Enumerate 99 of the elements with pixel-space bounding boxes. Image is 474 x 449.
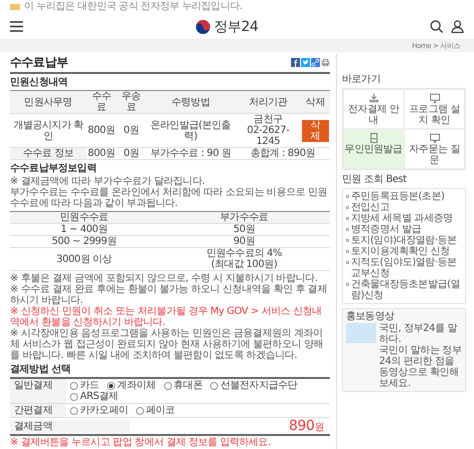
radio-button[interactable]	[70, 382, 78, 390]
radio-button[interactable]	[164, 382, 172, 390]
notice-text: ※ 수수료 결제 완료 후에는 환불이 불가능 하오니 신청내역을 확인 후 결제하시기 바랍니다.	[10, 284, 328, 306]
bullet-icon	[346, 206, 349, 209]
option-label: 페이코	[146, 405, 175, 416]
table-cell: 민원수수료의 4% (최대값 100원)	[158, 248, 330, 270]
shortcut-item[interactable]: 프로그램 설치 확인	[404, 89, 465, 129]
column-header: 부가수수료	[158, 212, 330, 224]
payment-note: ※ 결제버튼을 누르시고 팝업 창에서 결제 정보를 입력하세요.	[10, 436, 330, 449]
radio-option[interactable]: 휴대폰	[164, 380, 202, 391]
best-item-link[interactable]: 지적도(임야도)열람·등본교부신청	[351, 257, 462, 279]
notice-text: ※ 신청하신 민원이 취소 또는 처리불가될 경우 My GOV > 서비스 신청내역에서 환불을 신청하시기 바랍니다.	[10, 306, 323, 328]
table-cell: 부가수수료 : 90 원	[146, 148, 236, 160]
search-icon[interactable]	[430, 20, 443, 33]
row-label: 간편결제	[10, 404, 66, 417]
radio-option[interactable]: 페이코	[136, 405, 175, 416]
video-thumbnail[interactable]	[346, 323, 376, 343]
option-label: 계좌이체	[117, 380, 156, 391]
notice-text: ※ 시각장애인용 음성프로그램을 사용하는 민원인은 금융결제원의 계좌이체 서비스가 웹 접근성이 완료되지 않아 현재 사용하기에 불편하오니 양해를 바랍니다. 빠른 시일 내에 조치하여 불편함이 없도록 하겠습니다.	[10, 328, 324, 361]
column-header: 민원수수료	[10, 212, 158, 224]
option-label: 카카오페이	[80, 405, 128, 416]
column-header: 민원사무명	[10, 90, 86, 114]
sidebar-title: 민원 조회 Best	[342, 174, 408, 186]
table-cell: 500 ~ 2999원	[10, 236, 158, 248]
print-icon[interactable]	[321, 58, 330, 67]
delete-button[interactable]: 삭제	[302, 120, 329, 142]
column-header: 처리기관	[235, 90, 301, 114]
row-label: 일반결제	[10, 379, 66, 403]
best-item-link[interactable]: 주민등록표등본(초본)	[351, 191, 444, 202]
monitor-icon	[428, 92, 440, 104]
sidebar-title: 바로가기	[342, 74, 382, 86]
shortcut-item[interactable]: 전자결제 안내	[343, 89, 404, 129]
twitter-icon[interactable]	[301, 58, 310, 67]
table-cell: 50원	[158, 224, 330, 236]
column-header: 수령방법	[146, 90, 236, 114]
column-header: 우송료	[116, 90, 146, 114]
best-item-link[interactable]: 병적증명서 발급	[351, 224, 421, 235]
column-header: 삭제	[300, 90, 330, 114]
shortcut-item[interactable]: 자주묻는 질문	[404, 129, 465, 169]
radio-button[interactable]	[210, 382, 218, 390]
column-header: 수수료	[86, 90, 117, 114]
info-text: 부가수수료는 수수료를 온라인에서 처리함에 따라 소요되는 비용으로 민원수수료에 따라 다음과 같이 부과됩니다.	[10, 187, 328, 209]
bullet-icon	[346, 283, 349, 286]
radio-button[interactable]	[136, 406, 144, 414]
best-item-link[interactable]: 건축물대장등초본발급(열람)신청	[351, 279, 462, 301]
bullet-icon	[346, 217, 349, 220]
option-label: ARS결제	[80, 391, 118, 402]
table-cell: 3000원 이상	[10, 248, 158, 270]
notice-text: ※ 후불은 결제 금액에 포함되지 않으므로, 수령 시 지불하시기 바랍니다.	[10, 273, 318, 284]
kiosk-icon	[368, 132, 380, 144]
radio-button[interactable]	[70, 392, 78, 400]
bullet-icon	[346, 228, 349, 231]
page-title: 수수료납부	[10, 54, 68, 71]
radio-button[interactable]	[70, 406, 78, 414]
link-icon[interactable]	[311, 58, 320, 67]
menu-icon[interactable]	[10, 21, 23, 32]
download-icon	[368, 92, 380, 104]
video-headline: 국민, 정부24를 말하다.	[379, 323, 458, 345]
row-header: 수수료 정보	[10, 148, 86, 160]
table-cell: 800원	[86, 148, 117, 160]
bullet-icon	[346, 250, 349, 253]
radio-option[interactable]: 카드	[70, 380, 100, 391]
best-item-link[interactable]: 토지이용계획확인 신청	[351, 246, 450, 257]
table-cell: 800원	[86, 114, 117, 148]
amount-value: 890원	[288, 418, 325, 434]
section-title: 결제방법 선택	[10, 364, 72, 376]
section-title: 수수료납부정보입력	[10, 163, 98, 175]
best-item-link[interactable]: 토지(임야)대장열람·등본	[351, 235, 457, 246]
best-item-link[interactable]: 전입신고	[351, 202, 390, 213]
table-cell: 0원	[116, 148, 146, 160]
sidebar-title: 홍보동영상	[346, 311, 396, 323]
bullet-icon	[346, 239, 349, 242]
radio-button[interactable]	[107, 382, 116, 390]
info-text: ※ 결제금액에 따라 부가수수료가 달라집니다.	[10, 176, 206, 187]
radio-option[interactable]: 계좌이체	[107, 380, 156, 391]
table-cell: 금천구 02-2627-1245	[235, 114, 301, 148]
logo-text[interactable]: 정부24	[214, 18, 258, 36]
notice-text: 이 누리집은 대한민국 공식 전자정부 누리집입니다.	[24, 1, 242, 13]
option-label: 카드	[80, 380, 100, 391]
option-label: 휴대폰	[174, 380, 202, 391]
row-label: 결제금액	[10, 420, 130, 432]
section-title: 민원신청내역	[10, 77, 69, 89]
bullet-icon	[346, 261, 349, 264]
table-cell: 90원	[158, 236, 330, 248]
user-icon[interactable]	[451, 20, 464, 33]
facebook-icon[interactable]	[291, 58, 300, 67]
video-description: 국민이 말하는 정부24의 편리한 점을 동영상으로 확인해 보세요.	[379, 345, 462, 389]
best-item-link[interactable]: 지방세 세목별 과세증명	[351, 213, 453, 224]
flag-icon	[10, 4, 20, 10]
table-cell: 온라인발급(본인출력)	[146, 114, 236, 148]
radio-option[interactable]: ARS결제	[70, 391, 118, 402]
bullet-icon	[346, 195, 349, 198]
shortcut-item[interactable]: 무인민원발급	[343, 129, 404, 169]
chat-icon	[428, 132, 440, 144]
table-cell: 총합계 : 890원	[235, 148, 330, 160]
logo-icon	[194, 18, 211, 34]
table-cell: 1 ~ 400원	[10, 224, 158, 236]
radio-option[interactable]: 카카오페이	[70, 405, 128, 416]
table-cell: 0원	[116, 114, 146, 148]
